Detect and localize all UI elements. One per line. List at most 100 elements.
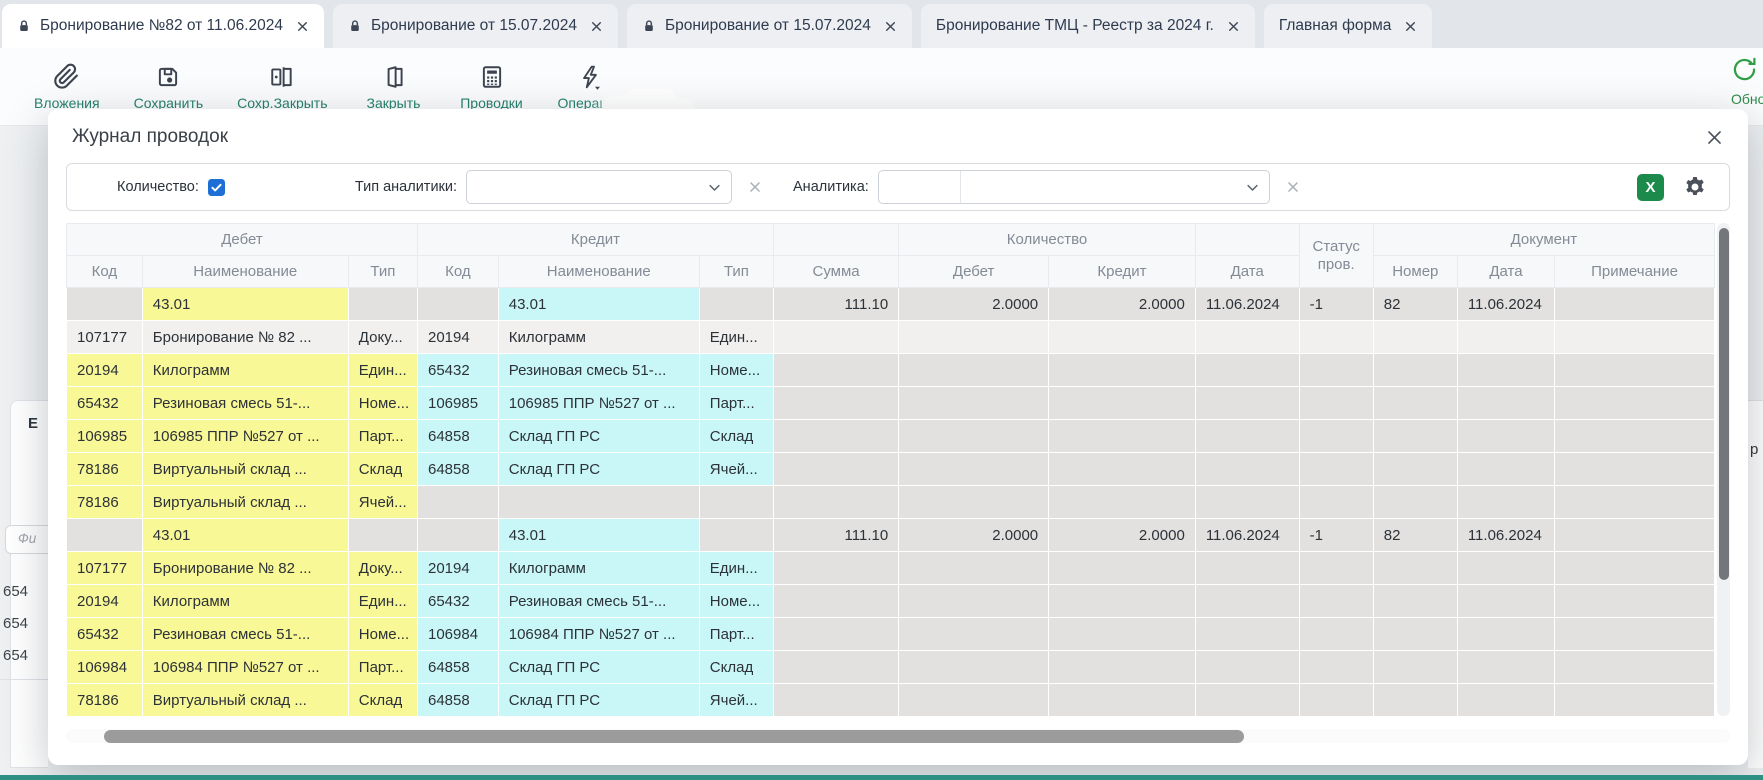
toolbar-button-save-close[interactable]: Сохр.Закрыть bbox=[237, 63, 327, 111]
cell bbox=[1457, 354, 1554, 387]
vertical-scrollbar[interactable] bbox=[1717, 223, 1730, 716]
lock-icon bbox=[17, 19, 31, 33]
tab-close-icon[interactable] bbox=[590, 20, 603, 33]
excel-export-button[interactable]: X bbox=[1637, 174, 1664, 201]
chevron-down-icon bbox=[707, 180, 722, 200]
save-close-icon bbox=[269, 63, 295, 90]
cell bbox=[1299, 321, 1373, 354]
cell: 11.06.2024 bbox=[1457, 288, 1554, 321]
modal-close-button[interactable] bbox=[1705, 128, 1724, 147]
cell: -1 bbox=[1299, 519, 1373, 552]
tab-2[interactable]: Бронирование от 15.07.2024 bbox=[333, 4, 618, 48]
cell: 78186 bbox=[67, 453, 143, 486]
account-group-row[interactable]: 43.0143.01111.102.00002.000011.06.2024-1… bbox=[67, 288, 1715, 321]
cell: 20194 bbox=[418, 321, 499, 354]
cell: 2.0000 bbox=[1049, 519, 1196, 552]
cell bbox=[899, 552, 1049, 585]
transaction-row[interactable]: 106985106985 ППР №527 от ...Парт...64858… bbox=[67, 420, 1715, 453]
toolbar-button-paperclip[interactable]: Вложения bbox=[34, 63, 100, 111]
cell: 78186 bbox=[67, 684, 143, 717]
group-header-document: Документ bbox=[1373, 224, 1714, 256]
analytics-code-segment[interactable] bbox=[879, 171, 961, 203]
cell: 65432 bbox=[418, 354, 499, 387]
cell bbox=[1299, 552, 1373, 585]
cell bbox=[1195, 618, 1299, 651]
cell: Номе... bbox=[348, 387, 417, 420]
calculator-icon bbox=[479, 63, 505, 90]
account-group-row[interactable]: 43.0143.01111.102.00002.000011.06.2024-1… bbox=[67, 519, 1715, 552]
cell bbox=[1555, 387, 1715, 420]
cell: 82 bbox=[1373, 288, 1457, 321]
cell bbox=[67, 288, 143, 321]
horizontal-scrollbar[interactable] bbox=[66, 729, 1730, 743]
cell: Резиновая смесь 51-... bbox=[142, 618, 348, 651]
horizontal-scrollbar-thumb[interactable] bbox=[104, 730, 1244, 743]
cell bbox=[1457, 321, 1554, 354]
cell bbox=[899, 453, 1049, 486]
cell: Виртуальный склад ... bbox=[142, 486, 348, 519]
toolbar-button-door[interactable]: Закрыть bbox=[362, 63, 426, 111]
transaction-row[interactable]: 20194КилограммЕдин...65432Резиновая смес… bbox=[67, 354, 1715, 387]
tab-5[interactable]: Главная форма bbox=[1264, 4, 1433, 48]
cell bbox=[1299, 486, 1373, 519]
transaction-row[interactable]: 107177Бронирование № 82 ...Доку...20194К… bbox=[67, 321, 1715, 354]
cell bbox=[1299, 453, 1373, 486]
transaction-row[interactable]: 78186Виртуальный склад ...Ячей... bbox=[67, 486, 1715, 519]
background-row-fragment: 654 bbox=[3, 647, 47, 664]
cell bbox=[1195, 321, 1299, 354]
cell: Ячей... bbox=[699, 453, 773, 486]
toolbar-button-save[interactable]: Сохранить bbox=[134, 63, 204, 111]
quantity-checkbox[interactable] bbox=[208, 179, 225, 196]
cell bbox=[773, 651, 898, 684]
clear-analytics-type-button[interactable] bbox=[747, 179, 763, 195]
tab-3[interactable]: Бронирование от 15.07.2024 bbox=[627, 4, 912, 48]
tab-close-icon[interactable] bbox=[884, 20, 897, 33]
transaction-row[interactable]: 106984106984 ППР №527 от ...Парт...64858… bbox=[67, 651, 1715, 684]
refresh-icon bbox=[1731, 56, 1758, 88]
cell bbox=[1555, 486, 1715, 519]
vertical-scrollbar-thumb[interactable] bbox=[1719, 228, 1729, 580]
clear-analytics-button[interactable] bbox=[1285, 179, 1301, 195]
cell: 20194 bbox=[67, 585, 143, 618]
tab-close-icon[interactable] bbox=[296, 20, 309, 33]
cell bbox=[1555, 354, 1715, 387]
cell bbox=[1457, 585, 1554, 618]
tab-close-icon[interactable] bbox=[1404, 20, 1417, 33]
toolbar-button-calculator[interactable]: Проводки bbox=[460, 63, 524, 111]
cell bbox=[1373, 684, 1457, 717]
tab-4[interactable]: Бронирование ТМЦ - Реестр за 2024 г. bbox=[921, 4, 1255, 48]
transaction-row[interactable]: 65432Резиновая смесь 51-...Номе...106985… bbox=[67, 387, 1715, 420]
quantity-label: Количество: bbox=[117, 179, 199, 195]
tab-close-icon[interactable] bbox=[1227, 20, 1240, 33]
cell bbox=[418, 486, 499, 519]
cell: Парт... bbox=[348, 651, 417, 684]
cell: Един... bbox=[348, 585, 417, 618]
cell: Номе... bbox=[699, 585, 773, 618]
cell bbox=[1457, 651, 1554, 684]
gear-icon[interactable] bbox=[1683, 175, 1707, 199]
cell bbox=[1195, 684, 1299, 717]
chevron-down-icon bbox=[1245, 180, 1260, 200]
cell bbox=[773, 618, 898, 651]
col-header-credit-code: Код bbox=[418, 256, 499, 288]
analytics-select[interactable] bbox=[878, 170, 1270, 204]
group-header-empty bbox=[1195, 224, 1299, 256]
tab-1[interactable]: Бронирование №82 от 11.06.2024 bbox=[2, 4, 324, 48]
background-header-fragment: Е bbox=[28, 415, 38, 432]
transaction-row[interactable]: 20194КилограммЕдин...65432Резиновая смес… bbox=[67, 585, 1715, 618]
cell bbox=[899, 486, 1049, 519]
cell bbox=[1373, 585, 1457, 618]
cell bbox=[418, 519, 499, 552]
cell: Виртуальный склад ... bbox=[142, 684, 348, 717]
col-header-debit-name: Наименование bbox=[142, 256, 348, 288]
cell bbox=[1555, 585, 1715, 618]
transaction-row[interactable]: 78186Виртуальный склад ...Склад64858Скла… bbox=[67, 453, 1715, 486]
transaction-row[interactable]: 65432Резиновая смесь 51-...Номе...106984… bbox=[67, 618, 1715, 651]
transaction-row[interactable]: 107177Бронирование № 82 ...Доку...20194К… bbox=[67, 552, 1715, 585]
transaction-row[interactable]: 78186Виртуальный склад ...Склад64858Скла… bbox=[67, 684, 1715, 717]
cell: 106985 bbox=[67, 420, 143, 453]
cell bbox=[1299, 387, 1373, 420]
refresh-button[interactable]: Обновить bbox=[1731, 56, 1763, 107]
analytics-type-select[interactable] bbox=[466, 170, 732, 204]
lock-icon bbox=[348, 19, 362, 33]
